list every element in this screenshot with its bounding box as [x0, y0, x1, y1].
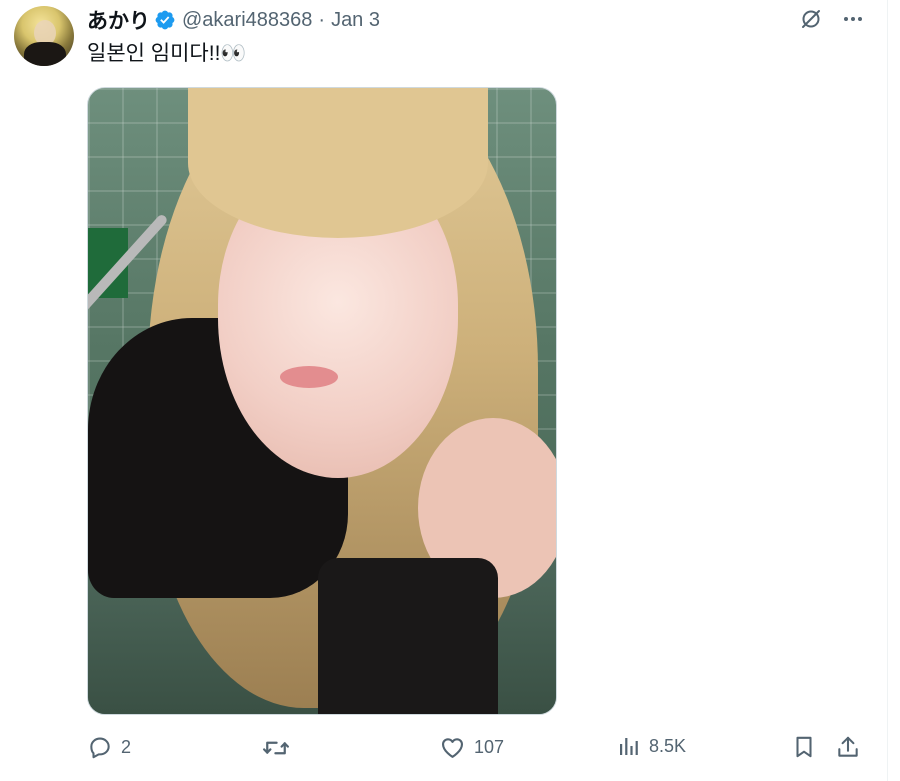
retweet-button[interactable] — [262, 734, 298, 762]
heart-icon — [439, 734, 466, 761]
view-count: 8.5K — [649, 735, 687, 756]
grok-icon[interactable] — [798, 6, 824, 32]
display-name[interactable]: あかり — [87, 5, 150, 35]
photo-bangs — [188, 88, 488, 238]
tweet-top-actions — [798, 6, 866, 32]
tweet-photo[interactable] — [87, 87, 557, 715]
column-border — [887, 0, 888, 781]
tweet-text: 일본인 임미다!!👀 — [87, 42, 247, 65]
reply-icon — [87, 734, 113, 760]
tweet-action-bar: 2 107 8.5K — [87, 734, 877, 764]
photo-lips — [280, 366, 338, 388]
reply-button[interactable]: 2 — [87, 734, 131, 760]
user-handle[interactable]: @akari488368 — [182, 9, 312, 32]
reply-count: 2 — [121, 736, 132, 757]
share-icon — [835, 734, 861, 760]
tweet-date[interactable]: Jan 3 — [331, 9, 380, 32]
photo-dress — [318, 558, 498, 714]
avatar-body — [24, 42, 66, 66]
views-icon — [617, 734, 641, 758]
share-button[interactable] — [835, 734, 861, 760]
verified-badge-icon — [154, 9, 176, 31]
bookmark-button[interactable] — [791, 734, 817, 760]
retweet-icon — [262, 734, 290, 762]
avatar[interactable] — [14, 6, 74, 66]
bookmark-icon — [791, 734, 817, 760]
like-count: 107 — [474, 737, 505, 757]
separator-dot: · — [318, 8, 326, 31]
more-icon[interactable] — [840, 6, 866, 32]
tweet-header: あかり @akari488368 · Jan 3 — [87, 5, 380, 35]
like-button[interactable]: 107 — [439, 734, 504, 761]
views-button[interactable]: 8.5K — [617, 734, 686, 758]
tweet[interactable]: あかり @akari488368 · Jan 3 일본인 임미다!!👀 2 10… — [0, 0, 888, 781]
